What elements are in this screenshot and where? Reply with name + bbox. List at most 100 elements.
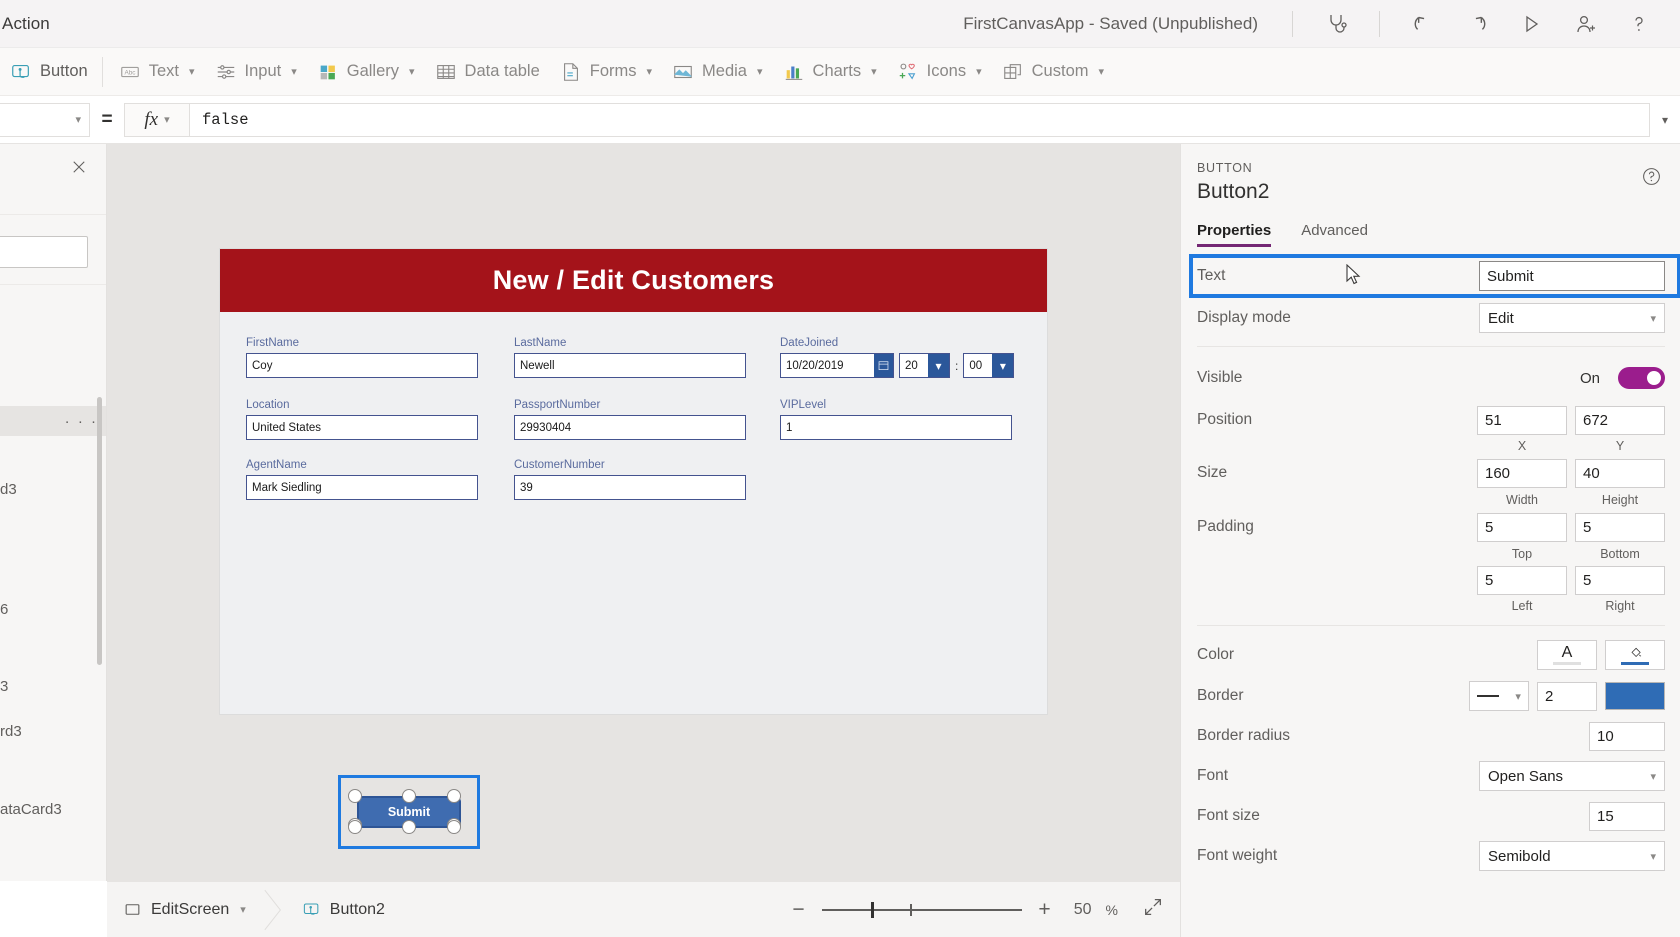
padding-bottom-input[interactable]: 5 (1575, 512, 1665, 542)
field-input[interactable]: 1 (780, 415, 1012, 440)
size-height-input[interactable]: 40 (1575, 458, 1665, 488)
ribbon-item-data-table[interactable]: Data table (425, 53, 550, 91)
breadcrumb-screen[interactable]: EditScreen ▾ (107, 882, 262, 937)
form-card-datejoined[interactable]: DateJoined 10/20/2019 20 ▾: 00 ▾ (780, 337, 1020, 378)
help-icon[interactable] (1641, 166, 1662, 192)
tree-row[interactable] (0, 324, 106, 354)
display-mode-select[interactable]: Edit ▾ (1479, 303, 1665, 333)
form-card-lastname[interactable]: LastName Newell (514, 337, 746, 378)
property-selector[interactable]: ▾ (0, 102, 90, 137)
formula-input[interactable]: false (190, 102, 1650, 137)
ribbon-item-button[interactable]: Button (0, 53, 98, 91)
tree-row[interactable]: d3 (0, 474, 106, 504)
overflow-menu-icon[interactable]: · · · (65, 413, 98, 430)
size-width-input[interactable]: 160 (1477, 458, 1567, 488)
form-card-agentname[interactable]: AgentName Mark Siedling (246, 459, 478, 500)
padding-top-input[interactable]: 5 (1477, 512, 1567, 542)
close-icon[interactable] (70, 158, 88, 181)
visible-toggle[interactable] (1618, 367, 1665, 389)
padding-right-input[interactable]: 5 (1575, 565, 1665, 595)
app-screen[interactable]: New / Edit Customers FirstName Coy LastN… (220, 249, 1047, 714)
border-style-select[interactable]: ▾ (1469, 681, 1529, 711)
form-card-firstname[interactable]: FirstName Coy (246, 337, 478, 378)
text-color-button[interactable]: A (1537, 640, 1597, 670)
ribbon-item-charts[interactable]: Charts ▾ (773, 53, 887, 91)
fill-color-button[interactable] (1605, 640, 1665, 670)
chevron-down-icon: ▾ (1515, 690, 1521, 703)
share-user-icon[interactable] (1558, 0, 1612, 48)
chevron-down-icon[interactable]: ▾ (240, 903, 246, 916)
caption-x: X (1517, 439, 1527, 453)
formula-expand-chevron-icon[interactable]: ▾ (1650, 113, 1680, 127)
font-size-input[interactable]: 15 (1589, 801, 1665, 831)
field-input[interactable]: Mark Siedling (246, 475, 478, 500)
breadcrumb-control[interactable]: Button2 (286, 882, 401, 937)
ribbon-item-icons[interactable]: Icons ▾ (887, 53, 992, 91)
text-property-input[interactable]: Submit (1479, 261, 1665, 291)
tree-search-input[interactable] (0, 236, 88, 268)
field-input[interactable]: United States (246, 415, 478, 440)
ribbon-item-custom[interactable]: Custom ▾ (992, 53, 1114, 91)
form-card-customernumber[interactable]: CustomerNumber 39 (514, 459, 746, 500)
font-weight-select[interactable]: Semibold ▾ (1479, 841, 1665, 871)
mouse-cursor-icon (1346, 263, 1363, 291)
font-weight-value: Semibold (1488, 847, 1551, 865)
menu-action[interactable]: Action (2, 14, 60, 34)
tree-row-selected[interactable]: · · · (0, 406, 106, 436)
ribbon-item-gallery[interactable]: Gallery ▾ (307, 53, 425, 91)
fit-to-screen-icon[interactable] (1142, 896, 1164, 923)
tab-advanced[interactable]: Advanced (1301, 222, 1368, 247)
border-color-swatch[interactable] (1605, 682, 1665, 710)
ribbon-item-input[interactable]: Input ▾ (205, 53, 307, 91)
zoom-out-button[interactable]: − (790, 898, 808, 922)
ribbon-item-forms[interactable]: Forms ▾ (550, 53, 662, 91)
chevron-down-icon: ▾ (992, 354, 1014, 377)
tree-row[interactable]: 6 (0, 594, 106, 624)
tree-scrollbar[interactable] (97, 397, 102, 665)
tree-row[interactable]: rd3 (0, 716, 106, 746)
field-input[interactable]: 29930404 (514, 415, 746, 440)
redo-icon[interactable] (1450, 0, 1504, 48)
app-checker-icon[interactable] (1309, 0, 1363, 48)
border-radius-input[interactable]: 10 (1589, 721, 1665, 751)
resize-handle-n[interactable] (402, 789, 416, 803)
status-bar: EditScreen ▾ Button2 − + 50 % (107, 881, 1180, 937)
position-x-input[interactable]: 51 (1477, 405, 1567, 435)
fx-button[interactable]: fx ▾ (124, 102, 190, 137)
font-select[interactable]: Open Sans ▾ (1479, 761, 1665, 791)
zoom-in-button[interactable]: + (1036, 898, 1054, 922)
hour-dropdown[interactable]: 20 ▾ (899, 353, 950, 378)
resize-handle-se[interactable] (447, 820, 461, 834)
tree-row[interactable]: ataCard3 (0, 794, 106, 824)
preview-play-icon[interactable] (1504, 0, 1558, 48)
undo-icon[interactable] (1396, 0, 1450, 48)
tab-properties[interactable]: Properties (1197, 222, 1272, 247)
field-input[interactable]: Coy (246, 353, 478, 378)
position-fields: 51 672 (1477, 405, 1665, 435)
caption-top: Top (1511, 547, 1533, 561)
zoom-slider[interactable] (821, 900, 1022, 920)
property-row-padding-lr: 5 5 (1181, 561, 1680, 599)
help-icon[interactable] (1612, 0, 1666, 48)
tree-row[interactable]: 3 (0, 671, 106, 701)
zoom-slider-thumb[interactable] (870, 901, 874, 918)
form-card-location[interactable]: Location United States (246, 399, 478, 440)
ribbon-item-media[interactable]: Media ▾ (662, 53, 772, 91)
minute-dropdown[interactable]: 00 ▾ (963, 353, 1015, 378)
date-input[interactable]: 10/20/2019 (780, 353, 894, 378)
form-card-viplevel[interactable]: VIPLevel 1 (780, 399, 1012, 440)
resize-handle-s[interactable] (402, 820, 416, 834)
calendar-icon[interactable] (874, 354, 893, 377)
resize-handle-nw[interactable] (348, 789, 362, 803)
padding-fields-top-bottom: 5 5 (1477, 512, 1665, 542)
position-y-input[interactable]: 672 (1575, 405, 1665, 435)
tree-row-label: 6 (0, 600, 9, 618)
padding-left-input[interactable]: 5 (1477, 565, 1567, 595)
field-input[interactable]: Newell (514, 353, 746, 378)
form-card-passportnumber[interactable]: PassportNumber 29930404 (514, 399, 746, 440)
field-input[interactable]: 39 (514, 475, 746, 500)
resize-handle-ne[interactable] (447, 789, 461, 803)
ribbon-item-text[interactable]: Abc Text ▾ (109, 53, 205, 91)
border-width-input[interactable]: 2 (1537, 681, 1597, 711)
resize-handle-sw[interactable] (348, 820, 362, 834)
